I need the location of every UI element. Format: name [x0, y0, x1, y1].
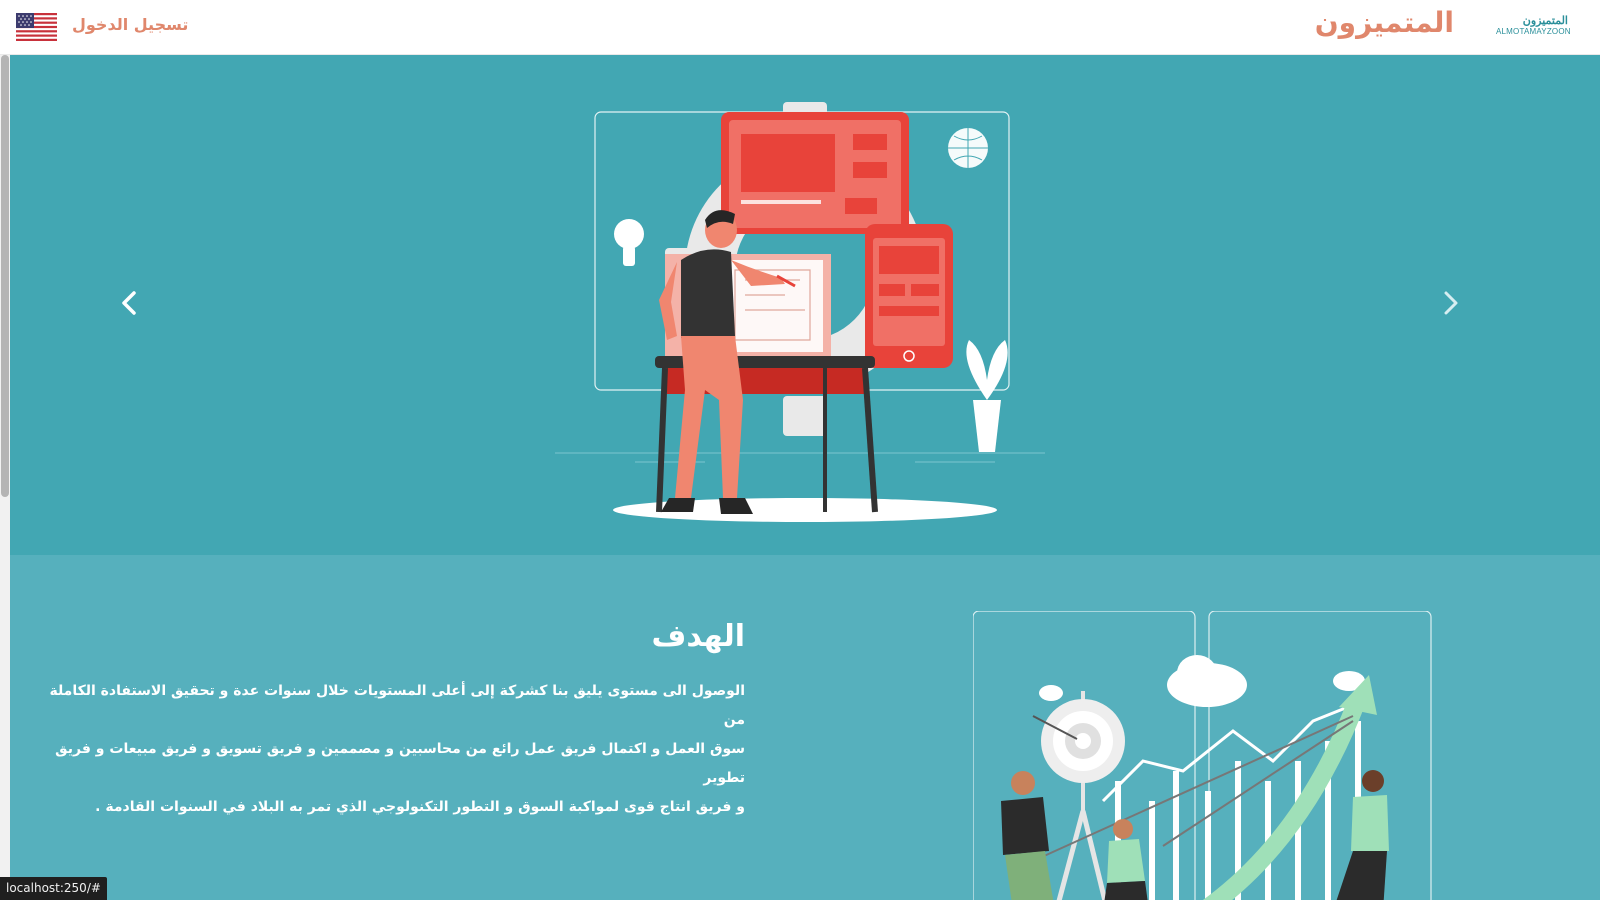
team-growth-target-illustration	[973, 611, 1432, 900]
top-navbar: تسجيل الدخول المتميزون المتميزون ALMOTAM…	[0, 0, 1600, 55]
page-scrollbar-thumb[interactable]	[1, 55, 9, 497]
us-flag-icon[interactable]	[16, 13, 57, 41]
goal-text-line: الوصول الى مستوى يليق بنا كشركة إلى أعلى…	[49, 683, 745, 728]
carousel-next-button[interactable]	[1431, 283, 1471, 323]
goal-title: الهدف	[651, 619, 745, 654]
designer-workspace-illustration	[555, 102, 1045, 522]
login-link[interactable]: تسجيل الدخول	[72, 15, 188, 34]
logo-text-english: ALMOTAMAYZOON	[1496, 27, 1571, 36]
goal-text-line: و فريق انتاج قوى لمواكبة السوق و التطور …	[95, 799, 745, 815]
chevron-right-icon	[1444, 291, 1458, 315]
brand-logo[interactable]: المتميزون ALMOTAMAYZOON	[1496, 14, 1571, 40]
chevron-left-icon	[122, 291, 136, 315]
goal-text-line: سوق العمل و اكتمال فريق عمل رائع من محاس…	[55, 741, 745, 786]
logo-text-arabic: المتميزون	[1522, 15, 1568, 27]
hero-carousel	[10, 55, 1600, 555]
goal-description: الوصول الى مستوى يليق بنا كشركة إلى أعلى…	[45, 677, 745, 822]
browser-status-url: localhost:250/#	[0, 877, 107, 900]
goal-section: الهدف الوصول الى مستوى يليق بنا كشركة إل…	[10, 555, 1600, 900]
carousel-prev-button[interactable]	[109, 283, 149, 323]
brand-title[interactable]: المتميزون	[1315, 6, 1454, 39]
